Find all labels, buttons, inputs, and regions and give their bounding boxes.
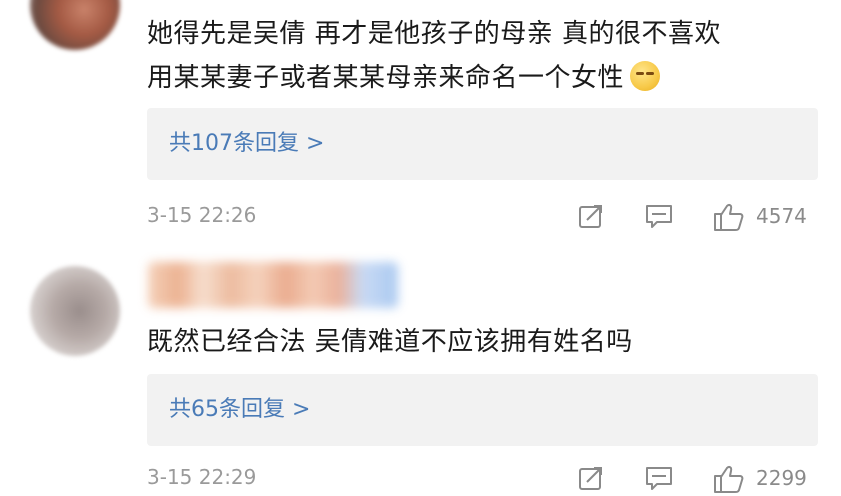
- comment-text-line: 既然已经合法 吴倩难道不应该拥有姓名吗: [147, 327, 633, 357]
- comment-text-line: 她得先是吴倩 再才是他孩子的母亲 真的很不喜欢: [147, 19, 722, 49]
- forward-button[interactable]: [577, 202, 609, 230]
- timestamp: 3-15 22:29: [147, 465, 257, 489]
- comment-button[interactable]: [644, 464, 676, 492]
- forward-icon: [579, 205, 602, 228]
- view-replies-link[interactable]: 共107条回复 >: [169, 126, 324, 162]
- thumbs-up-icon: [714, 204, 744, 231]
- like-count: 2299: [756, 466, 807, 490]
- replies-box[interactable]: 共107条回复 >: [147, 108, 818, 180]
- comment-icon: [646, 205, 672, 228]
- comment-item: 她得先是吴倩 再才是他孩子的母亲 真的很不喜欢 用某某妻子或者某某母亲来命名一个…: [0, 0, 841, 258]
- smirk-emoji-icon: [630, 61, 661, 91]
- avatar[interactable]: [30, 0, 120, 50]
- forward-button[interactable]: [577, 464, 609, 492]
- comment-text-line: 用某某妻子或者某某母亲来命名一个女性: [147, 58, 661, 98]
- like-count: 4574: [756, 204, 807, 228]
- timestamp: 3-15 22:26: [147, 203, 257, 227]
- comment-icon: [646, 467, 672, 490]
- comment-button[interactable]: [644, 202, 676, 230]
- thumbs-up-icon: [714, 466, 744, 493]
- avatar[interactable]: [30, 266, 120, 356]
- comment-item: 既然已经合法 吴倩难道不应该拥有姓名吗 共65条回复 > 3-15 22:29 …: [0, 258, 841, 493]
- username-redacted[interactable]: [148, 262, 398, 308]
- replies-box[interactable]: 共65条回复 >: [147, 374, 818, 446]
- like-button[interactable]: 2299: [712, 464, 822, 493]
- view-replies-link[interactable]: 共65条回复 >: [169, 392, 310, 428]
- comment-meta-bar: 3-15 22:26 4574: [147, 198, 822, 234]
- forward-icon: [579, 467, 602, 490]
- comment-text-fragment: 用某某妻子或者某某母亲来命名一个女性: [147, 63, 625, 93]
- like-button[interactable]: 4574: [712, 202, 822, 231]
